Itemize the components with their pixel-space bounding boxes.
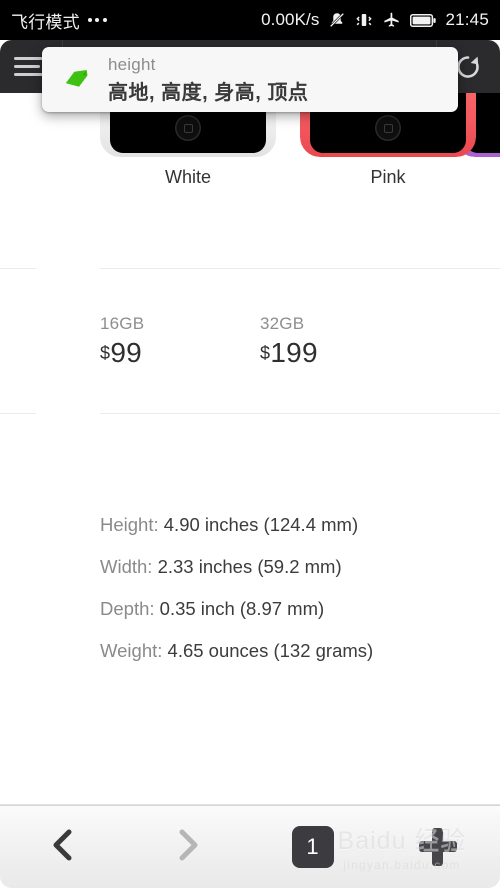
- spec-row-width: Width: 2.33 inches (59.2 mm): [100, 556, 500, 578]
- new-tab-button[interactable]: [375, 806, 500, 888]
- popup-text-block: height 高地, 高度, 身高, 顶点: [108, 55, 308, 105]
- home-button-icon: [175, 115, 201, 141]
- tab-count-label: 1: [291, 826, 334, 868]
- capacity-price: $99: [100, 337, 144, 369]
- green-dictionary-tag-icon: [60, 63, 94, 97]
- forward-button[interactable]: [125, 806, 250, 888]
- tab-switcher-button[interactable]: 1: [250, 806, 375, 888]
- spec-label: Depth:: [100, 598, 155, 619]
- status-bar-right: 0.00K/s 21:45: [261, 10, 489, 30]
- spec-row-height: Height: 4.90 inches (124.4 mm): [100, 514, 500, 536]
- back-button[interactable]: [0, 806, 125, 888]
- currency-symbol: $: [260, 343, 271, 364]
- source-word-label: height: [108, 54, 156, 74]
- browser-bottom-toolbar: 1 Baidu 经验 jingyan.baidu.com: [0, 805, 500, 888]
- plus-icon: [418, 828, 457, 866]
- capacity-option-16gb[interactable]: 16GB $99: [100, 314, 144, 369]
- more-dots-icon: [87, 18, 107, 22]
- spec-label: Height:: [100, 514, 159, 535]
- spec-value: 2.33 inches (59.2 mm): [157, 556, 342, 577]
- mute-bell-icon: [328, 11, 346, 29]
- specifications-list: Height: 4.90 inches (124.4 mm) Width: 2.…: [0, 414, 500, 662]
- airplane-icon: [382, 11, 401, 30]
- spec-row-depth: Depth: 0.35 inch (8.97 mm): [100, 598, 500, 620]
- capacity-size-label: 16GB: [100, 314, 145, 333]
- network-mode-label: 飞行模式: [11, 12, 80, 32]
- web-page-content: White Pink 16GB $99 32GB $199 Height: 4.…: [0, 93, 500, 805]
- spec-row-weight: Weight: 4.65 ounces (132 grams): [100, 640, 500, 662]
- capacity-size-label: 32GB: [260, 314, 305, 333]
- spec-value: 0.35 inch (8.97 mm): [159, 598, 325, 619]
- spec-value: 4.65 ounces (132 grams): [167, 640, 374, 661]
- capacity-price-row: 16GB $99 32GB $199: [0, 269, 500, 413]
- translation-popup[interactable]: height 高地, 高度, 身高, 顶点: [42, 47, 458, 112]
- battery-full-icon: [410, 13, 437, 28]
- price-value: 99: [110, 337, 143, 368]
- currency-symbol: $: [100, 343, 111, 364]
- spec-value: 4.90 inches (124.4 mm): [163, 514, 359, 535]
- clock-label: 21:45: [445, 10, 489, 29]
- color-label-white: White: [164, 167, 211, 187]
- chevron-right-icon: [173, 828, 203, 867]
- translation-label: 高地, 高度, 身高, 顶点: [108, 81, 309, 104]
- spec-label: Width:: [100, 556, 153, 577]
- capacity-option-32gb[interactable]: 32GB $199: [260, 314, 318, 369]
- network-speed-label: 0.00K/s: [261, 10, 320, 29]
- spec-label: Weight:: [100, 640, 163, 661]
- status-bar: 飞行模式 0.00K/s 21:45: [0, 0, 500, 40]
- vibrate-icon: [355, 11, 373, 29]
- capacity-price: $199: [260, 337, 318, 369]
- divider-bottom: [0, 413, 500, 414]
- home-button-icon: [375, 115, 401, 141]
- color-label-pink: Pink: [370, 167, 406, 187]
- price-value: 199: [270, 337, 318, 368]
- chevron-left-icon: [48, 828, 78, 867]
- phone-screen: 飞行模式 0.00K/s 21:45 White Pink 16GB $99 3…: [0, 0, 500, 888]
- status-bar-left: 飞行模式: [11, 8, 107, 33]
